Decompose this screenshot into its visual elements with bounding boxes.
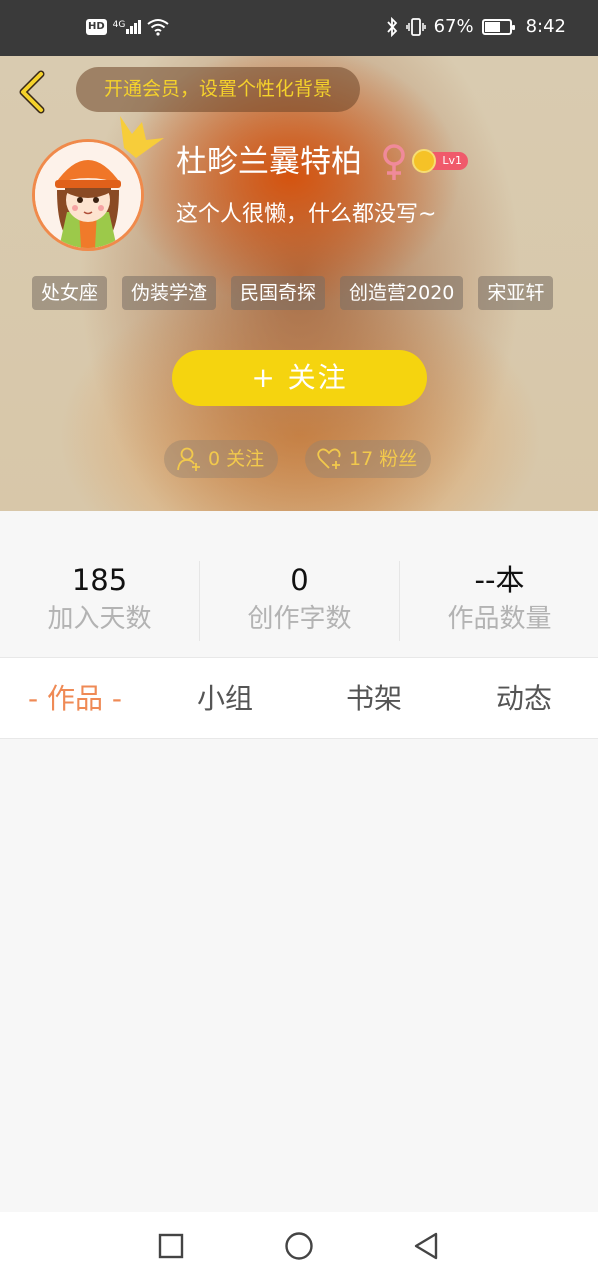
stat-label: 创作字数 [247, 604, 352, 634]
stat-value: 0 [290, 563, 309, 597]
vibrate-icon [405, 17, 426, 36]
cellular-signal-icon: 4G [113, 20, 142, 34]
tag-chip[interactable]: 伪装学渣 [122, 276, 217, 310]
square-icon [158, 1233, 184, 1259]
home-button[interactable] [279, 1228, 319, 1264]
wifi-icon [147, 19, 169, 36]
username: 杜畛兰曩特柏 [176, 144, 362, 180]
recent-apps-button[interactable] [151, 1228, 191, 1264]
battery-percent: 67% [433, 16, 474, 37]
tag-chip[interactable]: 宋亚轩 [478, 276, 554, 310]
signal-type: 4G [112, 20, 126, 30]
clock: 8:42 [525, 16, 566, 37]
avatar[interactable] [32, 139, 144, 251]
status-bar: HD 4G 67% 8:42 [0, 0, 598, 56]
following-count-button[interactable]: 0 关注 [164, 440, 279, 478]
tag-chip[interactable]: 处女座 [32, 276, 108, 310]
battery-icon [481, 18, 515, 35]
stat-label: 作品数量 [447, 604, 552, 634]
level-badge: Lv1 [412, 149, 468, 173]
hd-icon: HD [86, 19, 107, 35]
tab-bookshelf[interactable]: 书架 [299, 658, 449, 740]
stat-label: 加入天数 [47, 604, 152, 634]
profile-stats: 185 加入天数 0 创作字数 --本 作品数量 [0, 511, 598, 657]
back-button[interactable] [406, 1228, 446, 1264]
tab-groups[interactable]: 小组 [150, 658, 300, 740]
follow-button[interactable]: + 关注 [172, 350, 427, 406]
stat-word-count: 0 创作字数 [200, 561, 399, 639]
heart-plus-icon [317, 448, 341, 469]
vip-background-banner[interactable]: 开通会员，设置个性化背景 [76, 67, 360, 112]
followers-count-button[interactable]: 17 粉丝 [305, 440, 432, 478]
profile-tabs: - 作品 - 小组 书架 动态 [0, 657, 598, 739]
stat-join-days: 185 加入天数 [0, 561, 199, 639]
triangle-back-icon [414, 1232, 438, 1260]
bio-text: 这个人很懒，什么都没写~ [176, 202, 437, 227]
tag-chip[interactable]: 创造营2020 [340, 276, 464, 310]
interest-tags: 处女座 伪装学渣 民国奇探 创造营2020 宋亚轩 [32, 276, 554, 310]
profile-header: 开通会员，设置个性化背景 杜畛兰曩特柏 Lv1 这个人很懒，什么都没写~ 处女座… [0, 56, 598, 511]
tab-activity[interactable]: 动态 [449, 658, 598, 740]
stat-value: --本 [474, 563, 525, 597]
stat-works-count: --本 作品数量 [400, 561, 598, 639]
avatar-illustration-icon [35, 142, 141, 248]
add-user-icon [177, 447, 200, 471]
stat-value: 185 [71, 563, 128, 597]
tag-chip[interactable]: 民国奇探 [231, 276, 326, 310]
system-nav-bar [0, 1212, 598, 1280]
tab-content-area [0, 740, 598, 1212]
back-icon[interactable] [14, 70, 50, 114]
circle-icon [285, 1232, 313, 1260]
followers-count: 17 粉丝 [349, 448, 418, 470]
female-gender-icon [383, 144, 405, 180]
tab-works[interactable]: - 作品 - [0, 658, 150, 740]
bluetooth-icon [386, 16, 397, 37]
following-count: 0 关注 [208, 448, 265, 470]
crown-coin-icon [412, 149, 436, 173]
